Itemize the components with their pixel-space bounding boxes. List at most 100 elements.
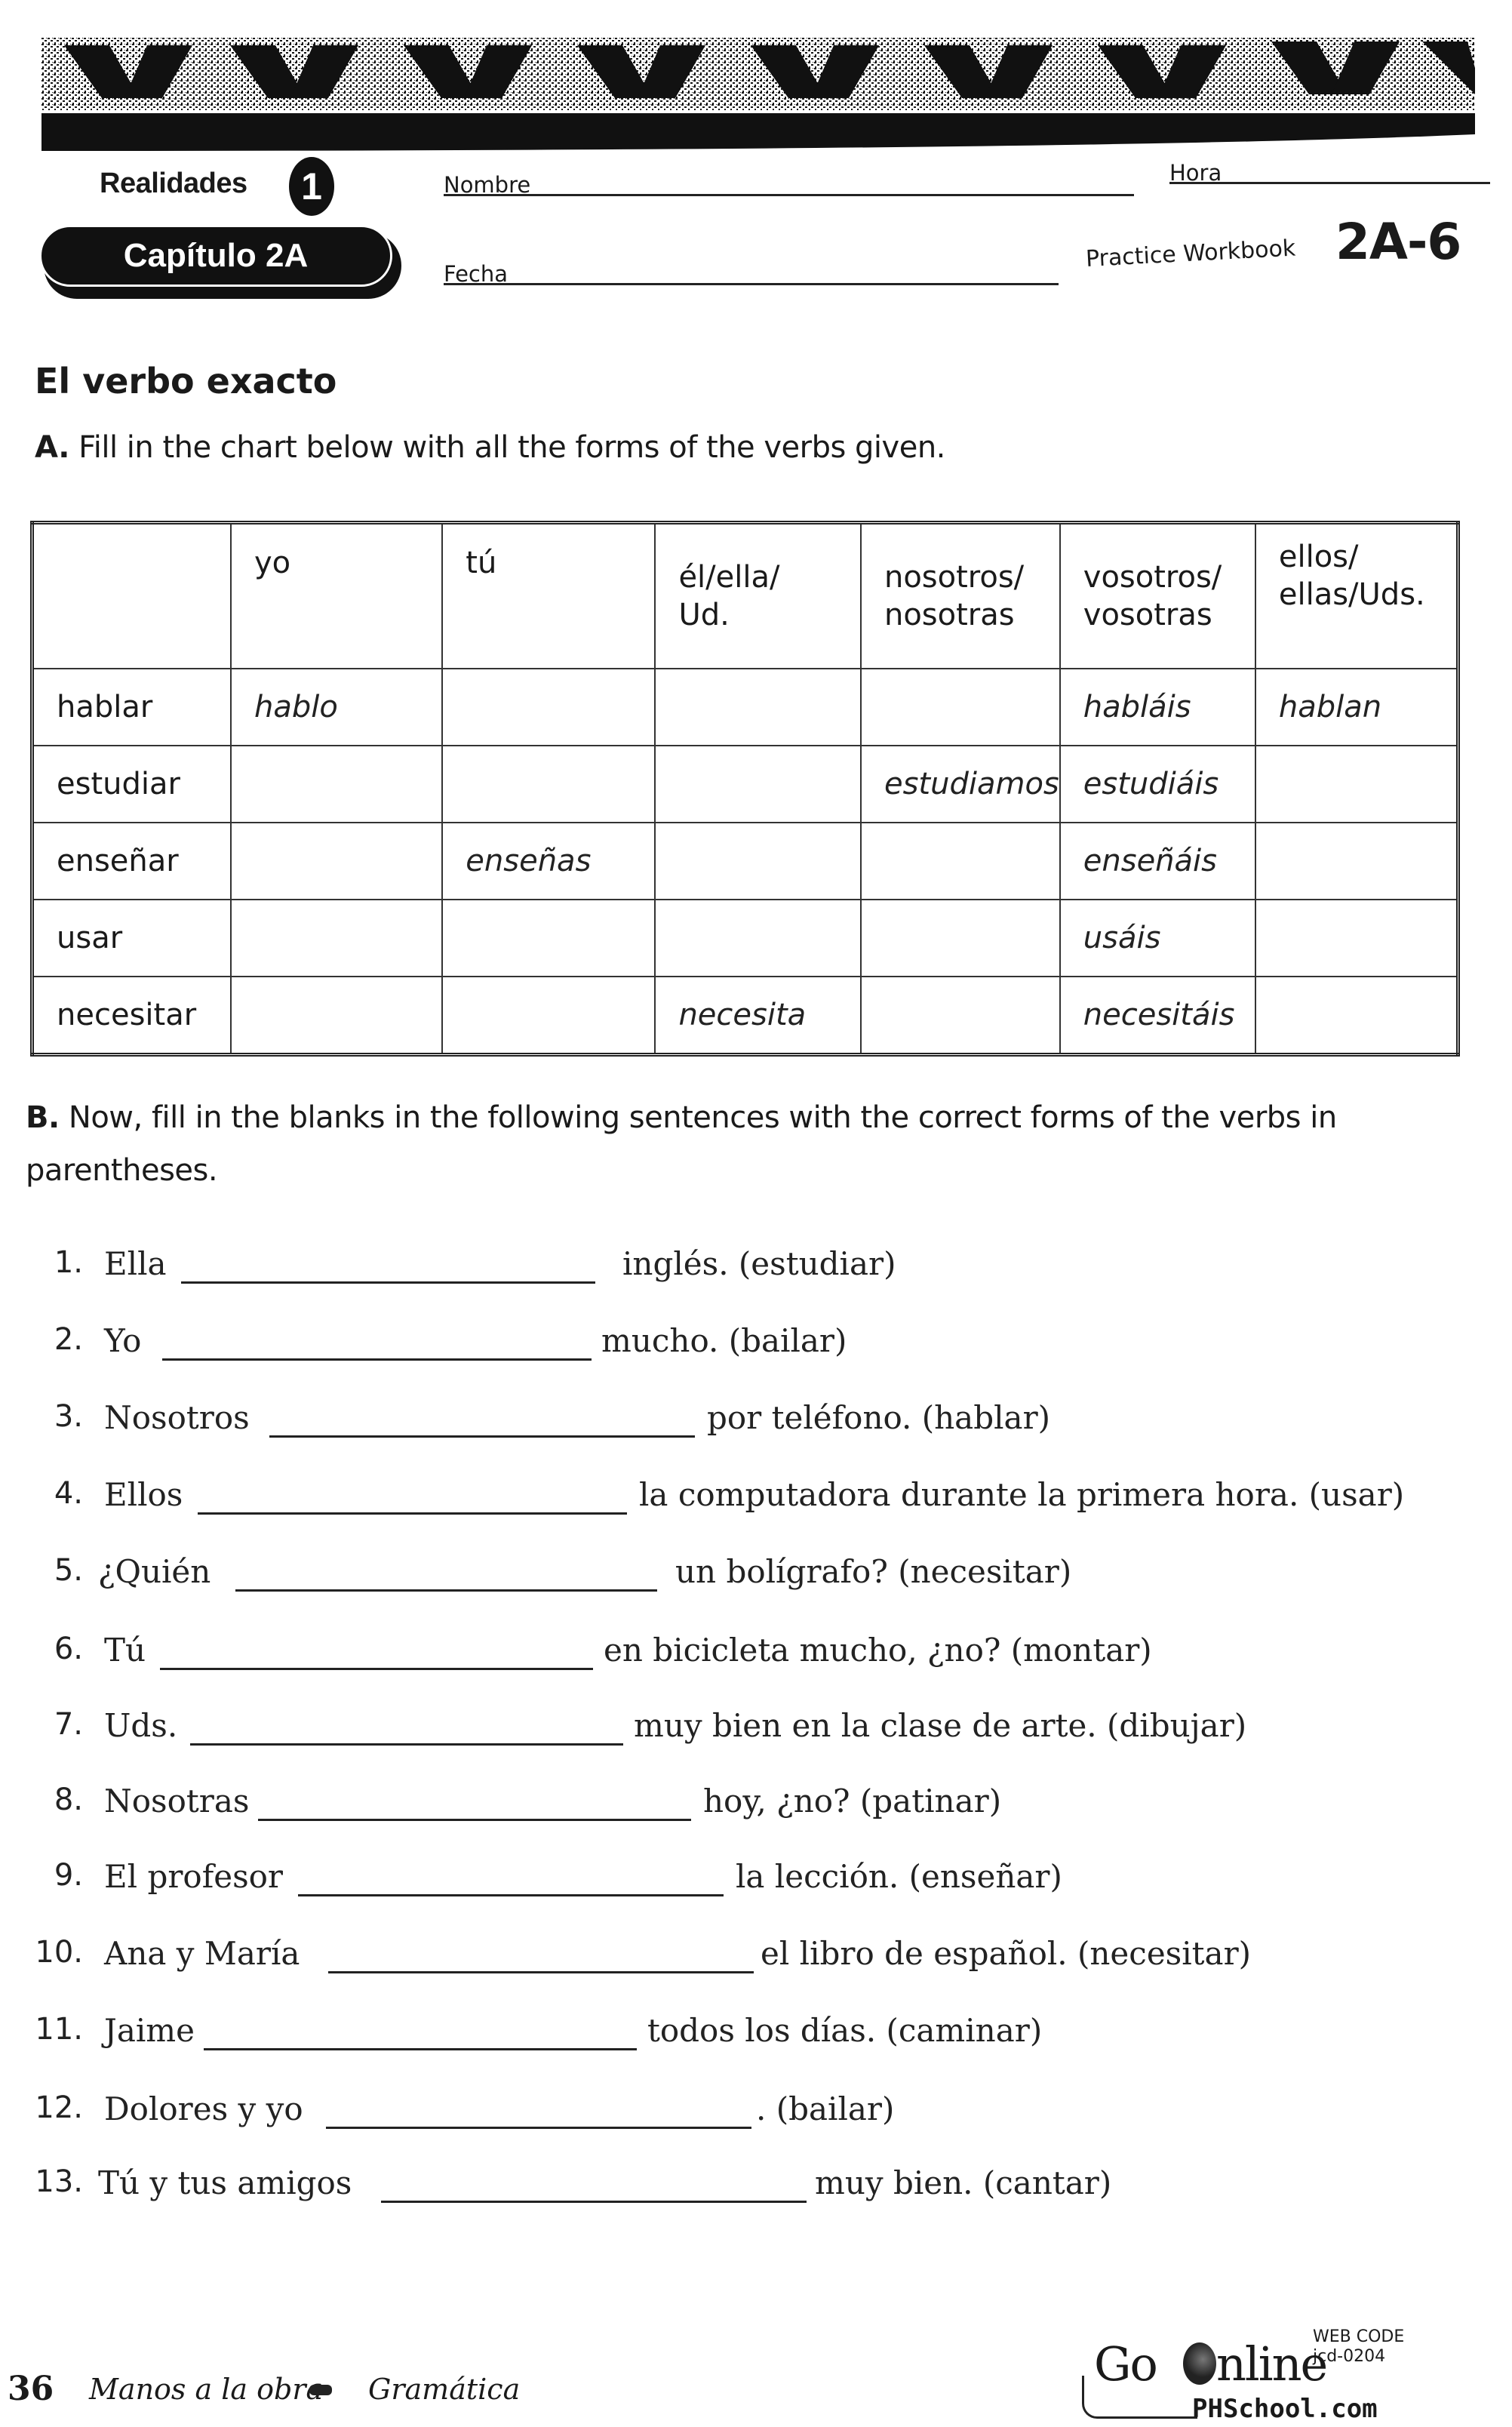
sentence-subject: El profesor (104, 1858, 284, 1895)
conjugation-blank-cell[interactable] (229, 822, 444, 900)
answer-blank[interactable] (198, 1481, 627, 1515)
conjugation-blank-cell[interactable] (1254, 976, 1459, 1056)
answer-blank[interactable] (190, 1712, 623, 1746)
table-header-row: yo tú él/ella/ Ud. nosotros/ nosotras vo… (31, 521, 1459, 669)
verb-infinitive: hablar (31, 668, 232, 746)
answer-blank[interactable] (269, 1404, 695, 1438)
sentence-rest: . (bailar) (756, 2090, 895, 2127)
part-b-text-line1: Now, fill in the blanks in the following… (68, 1100, 1337, 1135)
conjugation-blank-cell[interactable] (441, 899, 656, 977)
conjugation-blank-cell[interactable] (441, 745, 656, 823)
answer-blank[interactable] (381, 2169, 807, 2203)
level-badge: 1 (289, 157, 334, 216)
sentence-subject: Ellos (104, 1476, 183, 1513)
header-cell-vosotros: vosotros/ vosotras (1059, 521, 1256, 669)
verb-infinitive: usar (31, 899, 232, 977)
sentence-subject: Nosotros (104, 1399, 250, 1436)
sentence-number: 4. (54, 1476, 83, 1511)
woven-pattern-icon (41, 38, 1475, 151)
conjugation-cell: habláis (1059, 668, 1256, 746)
sentence-number: 2. (54, 1322, 83, 1357)
conjugation-blank-cell[interactable] (1254, 822, 1459, 900)
conjugation-blank-cell[interactable] (859, 976, 1061, 1056)
conjugation-blank-cell[interactable] (654, 822, 862, 900)
sentence-subject: Dolores y yo (104, 2090, 303, 2127)
answer-blank[interactable] (204, 2016, 637, 2050)
conjugation-blank-cell[interactable] (441, 976, 656, 1056)
conjugation-cell: enseñas (441, 822, 656, 900)
sentence-subject: Nosotras (104, 1783, 250, 1819)
conjugation-blank-cell[interactable] (229, 899, 444, 977)
sentence-subject: Uds. (104, 1707, 178, 1744)
sentence-number: 10. (35, 1935, 83, 1970)
web-code-box: WEB CODE jcd-0204 (1313, 2327, 1404, 2367)
header-decorative-band (41, 38, 1475, 151)
conjugation-blank-cell[interactable] (654, 745, 862, 823)
answer-blank[interactable] (328, 1939, 754, 1973)
globe-icon (1183, 2342, 1216, 2385)
name-field[interactable] (444, 175, 1134, 196)
sentence-rest: mucho. (bailar) (601, 1322, 847, 1359)
conjugation-blank-cell[interactable] (1254, 899, 1459, 977)
date-field[interactable] (444, 264, 1059, 285)
sentence-subject: Tú (104, 1632, 146, 1669)
conjugation-blank-cell[interactable] (441, 668, 656, 746)
answer-blank[interactable] (235, 1558, 657, 1592)
footer-section: Manos a la obra (89, 2373, 324, 2406)
page-number: 36 (8, 2370, 54, 2408)
conjugation-blank-cell[interactable] (859, 899, 1061, 977)
answer-blank[interactable] (162, 1327, 592, 1361)
part-b-letter: B. (26, 1100, 60, 1135)
chapter-label: Capítulo 2A (39, 225, 392, 287)
sentence-number: 12. (35, 2090, 83, 2125)
conjugation-blank-cell[interactable] (654, 899, 862, 977)
conjugation-blank-cell[interactable] (654, 668, 862, 746)
conjugation-cell: hablan (1254, 668, 1459, 746)
conjugation-cell: estudiamos (859, 745, 1061, 823)
sentence-rest: muy bien. (cantar) (815, 2164, 1112, 2201)
footer-topic: Gramática (368, 2373, 521, 2406)
verb-infinitive: enseñar (31, 822, 232, 900)
conjugation-cell: estudiáis (1059, 745, 1256, 823)
sentence-number: 1. (54, 1245, 83, 1280)
answer-blank[interactable] (326, 2095, 751, 2129)
part-a-instructions: A. Fill in the chart below with all the … (35, 430, 945, 465)
answer-blank[interactable] (258, 1787, 691, 1821)
site-link[interactable]: PHSchool.com (1192, 2394, 1378, 2424)
conjugation-blank-cell[interactable] (859, 822, 1061, 900)
table-row: usar usáis (31, 899, 1459, 977)
sentence-subject: Ella (104, 1245, 167, 1282)
part-a-letter: A. (35, 430, 69, 465)
arrow-badge-icon (309, 2385, 332, 2395)
hour-field[interactable] (1169, 163, 1490, 184)
conjugation-cell: enseñáis (1059, 822, 1256, 900)
sentence-subject: Ana y María (104, 1935, 300, 1972)
answer-blank[interactable] (181, 1250, 595, 1284)
go-online-prefix: Go (1094, 2336, 1158, 2392)
workbook-code: 2A-6 (1335, 213, 1461, 271)
sentence-subject: ¿Quién (98, 1553, 211, 1590)
sentence-number: 13. (35, 2164, 83, 2199)
sentence-subject: Tú y tus amigos (98, 2164, 352, 2201)
header-cell-ellos: ellos/ ellas/Uds. (1254, 521, 1459, 669)
sentence-number: 7. (54, 1707, 83, 1742)
sentence-rest: inglés. (estudiar) (622, 1245, 896, 1282)
conjugation-blank-cell[interactable] (229, 745, 444, 823)
sentence-number: 11. (35, 2012, 83, 2047)
conjugation-blank-cell[interactable] (229, 976, 444, 1056)
conjugation-blank-cell[interactable] (1254, 745, 1459, 823)
sentence-number: 5. (54, 1553, 83, 1588)
header-cell-el: él/ella/ Ud. (654, 521, 862, 669)
header-cell-nosotros: nosotros/ nosotras (859, 521, 1061, 669)
answer-blank[interactable] (160, 1636, 593, 1670)
sentence-rest: el libro de español. (necesitar) (761, 1935, 1252, 1972)
sentence-rest: la computadora durante la primera hora. … (639, 1476, 1405, 1513)
table-row: enseñar enseñas enseñáis (31, 822, 1459, 900)
answer-blank[interactable] (298, 1863, 724, 1896)
conjugation-blank-cell[interactable] (859, 668, 1061, 746)
section-title: El verbo exacto (35, 361, 337, 401)
header-cell-yo: yo (229, 521, 444, 669)
part-b-text-line2: parentheses. (26, 1153, 218, 1188)
header-cell-tu: tú (441, 521, 656, 669)
conjugation-cell: usáis (1059, 899, 1256, 977)
